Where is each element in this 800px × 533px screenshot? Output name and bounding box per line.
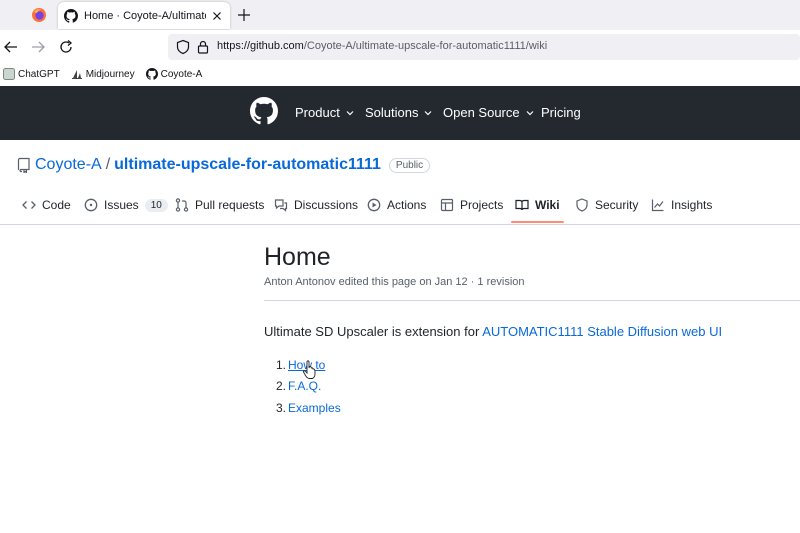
browser-tab-bar: Home · Coyote-A/ultimate-upscale-for-aut… bbox=[0, 0, 800, 30]
tab-pull-requests[interactable]: Pull requests bbox=[175, 186, 264, 224]
table-icon bbox=[440, 198, 454, 212]
code-icon bbox=[22, 201, 36, 209]
browser-tab-title: Home · Coyote-A/ultimate-upscale-for-aut… bbox=[84, 9, 206, 22]
lock-icon[interactable] bbox=[196, 39, 210, 55]
github-icon bbox=[145, 68, 158, 80]
tab-actions-label: Actions bbox=[387, 198, 427, 212]
page-title: Home bbox=[264, 243, 331, 271]
faq-link[interactable]: F.A.Q. bbox=[288, 379, 321, 393]
tracking-protection-shield-icon[interactable] bbox=[176, 39, 190, 55]
bookmark-label: Coyote-A bbox=[160, 68, 203, 80]
repo-separator: / bbox=[105, 156, 111, 173]
tab-issues[interactable]: Issues 10 bbox=[84, 186, 168, 224]
nav-open-source[interactable]: Open Source bbox=[443, 105, 535, 120]
url-text[interactable]: https://github.com/Coyote-A/ultimate-ups… bbox=[217, 40, 547, 52]
repo-title: Coyote-A / ultimate-upscale-for-automati… bbox=[17, 156, 431, 174]
list-number: 3. bbox=[276, 400, 287, 415]
tab-code[interactable]: Code bbox=[22, 186, 71, 224]
tabs-divider bbox=[0, 224, 800, 225]
selected-tab-indicator bbox=[511, 221, 564, 223]
browser-nav-bar: https://github.com/Coyote-A/ultimate-ups… bbox=[0, 30, 800, 64]
tab-actions[interactable]: Actions bbox=[367, 186, 426, 224]
tab-wiki[interactable]: Wiki bbox=[515, 186, 560, 224]
tab-discussions-label: Discussions bbox=[294, 198, 359, 212]
book-icon bbox=[515, 199, 529, 211]
tab-issues-label: Issues bbox=[104, 198, 139, 212]
bookmark-label: Midjourney bbox=[85, 68, 135, 80]
close-tab-icon[interactable] bbox=[210, 9, 224, 23]
tab-security[interactable]: Security bbox=[575, 186, 638, 224]
tab-security-label: Security bbox=[595, 198, 639, 212]
bookmark-midjourney[interactable]: Midjourney bbox=[71, 68, 135, 80]
automatic1111-link[interactable]: AUTOMATIC1111 Stable Diffusion web UI bbox=[482, 324, 722, 339]
chevron-down-icon bbox=[346, 110, 354, 115]
address-bar[interactable]: https://github.com/Coyote-A/ultimate-ups… bbox=[168, 34, 800, 60]
play-icon bbox=[367, 198, 381, 212]
repo-name-link[interactable]: ultimate-upscale-for-automatic1111 bbox=[114, 156, 381, 174]
hand-cursor-icon bbox=[302, 360, 316, 379]
github-icon bbox=[64, 8, 78, 23]
repo-icon bbox=[17, 157, 30, 173]
url-path: /Coyote-A/ultimate-upscale-for-automatic… bbox=[303, 40, 548, 52]
graph-icon bbox=[651, 199, 664, 212]
forward-arrow-icon[interactable] bbox=[30, 39, 46, 55]
back-arrow-icon[interactable] bbox=[3, 39, 19, 55]
chevron-down-icon bbox=[425, 110, 432, 115]
list-item: 3. Examples bbox=[276, 397, 341, 419]
nav-solutions[interactable]: Solutions bbox=[365, 105, 433, 120]
tab-discussions[interactable]: Discussions bbox=[274, 186, 358, 224]
firefox-view-tab[interactable] bbox=[24, 5, 54, 25]
tab-projects-label: Projects bbox=[460, 198, 504, 212]
content-divider bbox=[264, 300, 800, 301]
tab-code-label: Code bbox=[42, 198, 71, 212]
nav-product[interactable]: Product bbox=[295, 105, 355, 120]
visibility-badge: Public bbox=[388, 157, 431, 173]
issues-counter: 10 bbox=[144, 198, 168, 212]
chevron-down-icon bbox=[526, 110, 534, 115]
nav-open-source-label: Open Source bbox=[443, 105, 520, 120]
tab-projects[interactable]: Projects bbox=[440, 186, 503, 224]
repo-tabs: Code Issues 10 Pull requests Discussions… bbox=[0, 186, 800, 224]
github-logo-icon[interactable] bbox=[250, 97, 278, 125]
page-edit-meta: Anton Antonov edited this page on Jan 12… bbox=[264, 276, 525, 288]
tab-wiki-label: Wiki bbox=[535, 198, 560, 212]
tab-pull-requests-label: Pull requests bbox=[195, 198, 265, 212]
nav-solutions-label: Solutions bbox=[365, 105, 419, 120]
intro-text: Ultimate SD Upscaler is extension for bbox=[264, 324, 483, 339]
discussions-icon bbox=[274, 199, 288, 212]
midjourney-icon bbox=[71, 70, 82, 79]
tab-insights[interactable]: Insights bbox=[651, 186, 712, 224]
firefox-icon bbox=[32, 8, 46, 22]
repo-owner-link[interactable]: Coyote-A bbox=[35, 156, 102, 174]
new-tab-icon[interactable] bbox=[236, 7, 252, 23]
browser-tab-active[interactable]: Home · Coyote-A/ultimate-upscale-for-aut… bbox=[58, 2, 230, 29]
intro-paragraph: Ultimate SD Upscaler is extension for AU… bbox=[264, 324, 722, 339]
github-header: Product Solutions Open Source Pricing bbox=[0, 86, 800, 140]
bookmark-coyote-a[interactable]: Coyote-A bbox=[145, 68, 203, 80]
nav-pricing-label: Pricing bbox=[541, 105, 581, 120]
issue-opened-icon bbox=[84, 198, 98, 212]
nav-product-label: Product bbox=[295, 105, 340, 120]
bookmark-label: ChatGPT bbox=[18, 68, 60, 80]
bookmark-chatgpt[interactable]: ChatGPT bbox=[3, 68, 60, 80]
shield-icon bbox=[576, 198, 588, 212]
examples-link[interactable]: Examples bbox=[288, 401, 341, 415]
list-number: 2. bbox=[276, 379, 287, 394]
bookmarks-toolbar: ChatGPT Midjourney Coyote-A bbox=[0, 64, 800, 84]
pull-request-icon bbox=[175, 198, 189, 212]
chatgpt-icon bbox=[3, 68, 15, 80]
url-domain: https://github.com bbox=[217, 40, 304, 52]
reload-icon[interactable] bbox=[58, 39, 74, 55]
tab-insights-label: Insights bbox=[671, 198, 713, 212]
nav-pricing[interactable]: Pricing bbox=[541, 105, 581, 120]
list-number: 1. bbox=[276, 357, 287, 372]
